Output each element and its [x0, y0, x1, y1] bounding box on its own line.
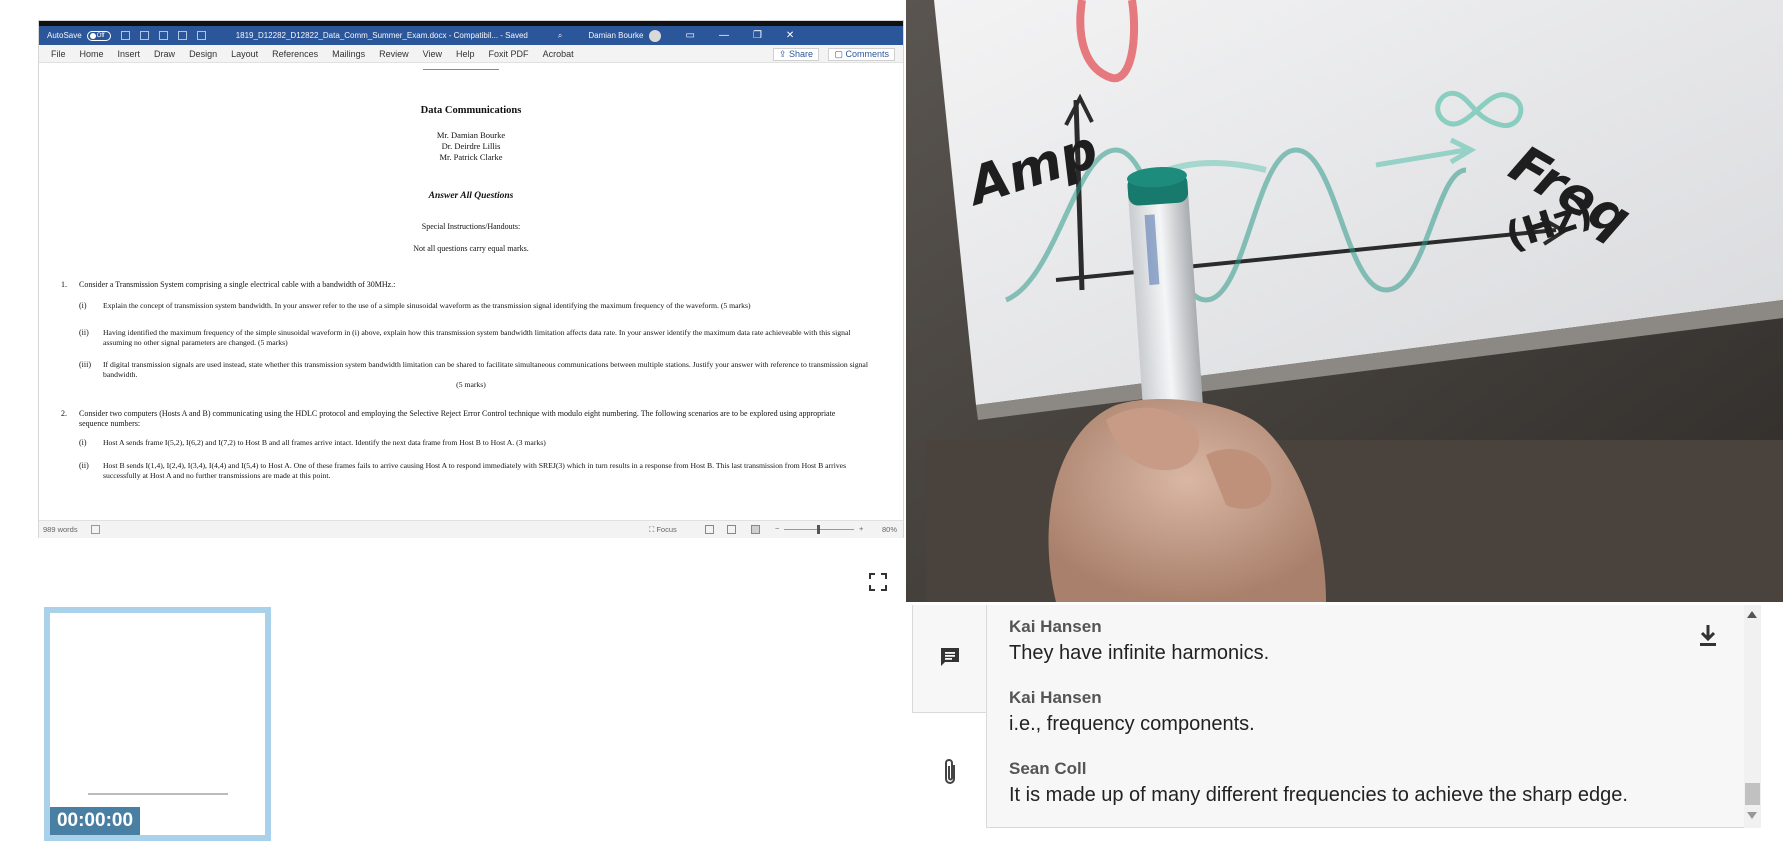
comments-label: Comments: [845, 49, 889, 59]
autosave-label: AutoSave: [47, 31, 82, 40]
message-author: Sean Coll: [1009, 759, 1087, 778]
tab-review[interactable]: Review: [379, 49, 409, 59]
question-number: 1.: [61, 280, 67, 289]
download-icon[interactable]: [1697, 623, 1719, 649]
question-text: Consider two computers (Hosts A and B) c…: [79, 409, 836, 428]
slide-thumbnail[interactable]: 00:00:00: [44, 607, 271, 841]
subquestion-number: (ii): [79, 461, 89, 470]
special-instructions: Special Instructions/Handouts:: [421, 222, 521, 231]
subquestion-number: (ii): [79, 328, 89, 337]
close-icon[interactable]: ✕: [786, 30, 794, 41]
share-button[interactable]: ⇪ Share: [772, 48, 819, 61]
tab-mailings[interactable]: Mailings: [332, 49, 365, 59]
tab-help[interactable]: Help: [456, 49, 475, 59]
read-mode-icon[interactable]: [705, 525, 714, 534]
subquestion-text: Host A sends frame I(5,2), I(6,2) and I(…: [103, 438, 546, 447]
subquestion-text: Having identified the maximum frequency …: [103, 328, 851, 347]
ribbon-tabs: File Home Insert Draw Design Layout Refe…: [39, 45, 903, 63]
tab-references[interactable]: References: [272, 49, 318, 59]
minimize-icon[interactable]: —: [719, 30, 729, 41]
tab-acrobat[interactable]: Acrobat: [543, 49, 574, 59]
message-text: i.e., frequency components.: [1009, 713, 1255, 735]
restore-icon[interactable]: ❐: [753, 30, 762, 41]
scroll-down-arrow[interactable]: [1747, 812, 1757, 819]
scroll-up-arrow[interactable]: [1747, 611, 1757, 618]
marks-label: (5 marks): [456, 380, 486, 389]
message-author: Kai Hansen: [1009, 688, 1102, 707]
message-text: It is made up of many different frequenc…: [1009, 784, 1628, 806]
save-icon[interactable]: [120, 31, 130, 40]
tab-draw[interactable]: Draw: [154, 49, 175, 59]
question-number: 2.: [61, 409, 67, 418]
tab-foxit-pdf[interactable]: Foxit PDF: [489, 49, 529, 59]
user-name[interactable]: Damian Bourke: [588, 31, 643, 40]
bullets-icon[interactable]: [196, 31, 206, 40]
thumbnail-text-line: [88, 793, 228, 795]
subquestion-text: If digital transmission signals are used…: [103, 360, 868, 379]
webcam-video: Amp Freq (Hz): [906, 0, 1783, 602]
word-window: AutoSave Off 1819_D12282_D12822_Data_Com…: [38, 20, 904, 538]
answer-all-heading: Answer All Questions: [428, 191, 514, 201]
doc-title: Data Communications: [420, 105, 522, 116]
comments-button[interactable]: ▢ Comments: [828, 48, 895, 61]
search-icon[interactable]: ⌕: [558, 31, 562, 41]
author-line: Mr. Patrick Clarke: [439, 152, 503, 162]
subquestion-text: Host B sends I(1,4), I(2,4), I(3,4), I(4…: [103, 461, 847, 480]
format-painter-icon[interactable]: [177, 31, 187, 40]
whiteboard-scene: Amp Freq (Hz): [906, 0, 1783, 602]
zoom-level[interactable]: 80%: [882, 525, 897, 534]
subquestion-number: (i): [79, 438, 87, 447]
header-rule: [423, 69, 499, 70]
chat-icon[interactable]: [938, 645, 962, 669]
marks-note: Not all questions carry equal marks.: [413, 244, 529, 253]
recording-timer: 00:00:00: [50, 807, 140, 835]
subquestion-number: (i): [79, 301, 87, 310]
undo-icon[interactable]: [139, 31, 149, 40]
fullscreen-icon[interactable]: [869, 573, 887, 591]
autosave-toggle[interactable]: Off: [86, 30, 111, 41]
tab-home[interactable]: Home: [80, 49, 104, 59]
focus-label: Focus: [656, 525, 677, 534]
paperclip-icon[interactable]: [938, 757, 962, 787]
web-layout-icon[interactable]: [751, 525, 760, 534]
subquestion-text: Explain the concept of transmission syst…: [103, 301, 751, 310]
subquestion-number: (iii): [79, 360, 91, 369]
share-label: Share: [788, 49, 813, 59]
message-author: Kai Hansen: [1009, 617, 1102, 636]
avatar[interactable]: [649, 29, 662, 42]
screen: AutoSave Off 1819_D12282_D12822_Data_Com…: [0, 0, 1783, 843]
zoom-out-icon[interactable]: −: [775, 524, 779, 533]
zoom-slider-thumb[interactable]: [817, 525, 820, 534]
ribbon-display-icon[interactable]: ▭: [685, 30, 694, 41]
tab-file[interactable]: File: [51, 49, 66, 59]
tab-design[interactable]: Design: [189, 49, 217, 59]
file-title[interactable]: 1819_D12282_D12822_Data_Comm_Summer_Exam…: [236, 31, 528, 40]
status-bar: 989 words ⛶ Focus − + 80%: [39, 520, 903, 538]
tab-insert[interactable]: Insert: [118, 49, 141, 59]
zoom-in-icon[interactable]: +: [859, 524, 863, 533]
title-bar: AutoSave Off 1819_D12282_D12822_Data_Com…: [39, 26, 903, 45]
question-text: Consider a Transmission System comprisin…: [79, 280, 396, 289]
message-text: They have infinite harmonics.: [1009, 642, 1270, 664]
print-layout-icon[interactable]: [727, 525, 736, 534]
word-count[interactable]: 989 words: [43, 525, 78, 534]
document-page[interactable]: Data Communications Mr. Damian Bourke Dr…: [39, 64, 903, 520]
tab-view[interactable]: View: [423, 49, 442, 59]
author-line: Dr. Deirdre Lillis: [441, 141, 501, 151]
tab-layout[interactable]: Layout: [231, 49, 258, 59]
author-line: Mr. Damian Bourke: [436, 130, 506, 140]
proofing-icon[interactable]: [91, 525, 100, 534]
redo-icon[interactable]: [158, 31, 168, 40]
scrollbar-thumb[interactable]: [1745, 783, 1760, 805]
focus-button[interactable]: ⛶ Focus: [649, 525, 677, 535]
